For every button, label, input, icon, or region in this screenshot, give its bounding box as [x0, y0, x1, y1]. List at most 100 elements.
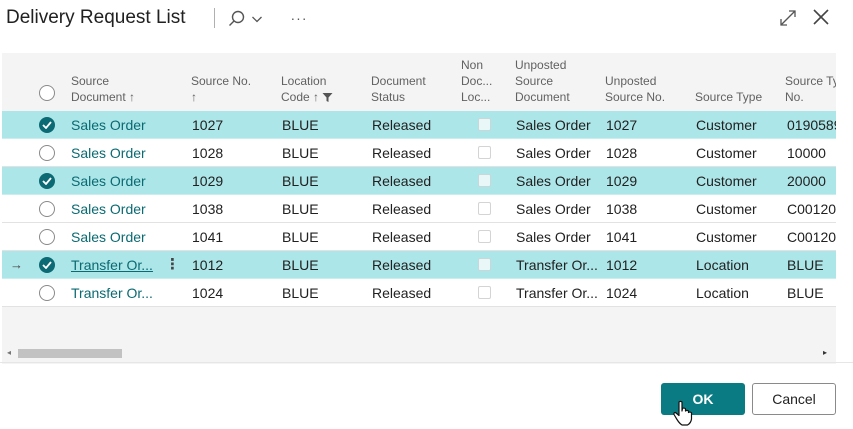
- chevron-down-icon: [252, 16, 262, 23]
- column-header-unposted-source-no[interactable]: Unposted Source No.: [605, 73, 665, 105]
- header-text: Source: [515, 74, 554, 88]
- header-text: Code ↑: [281, 90, 320, 104]
- cell-unposted-source-no: 1041: [606, 229, 638, 245]
- row-actions-icon[interactable]: ⋮: [165, 255, 180, 273]
- header-separator: [214, 8, 215, 28]
- column-header-source-type[interactable]: Source Type: [695, 89, 762, 105]
- search-button[interactable]: [227, 6, 269, 32]
- cell-source-type: Location: [696, 257, 749, 273]
- scrollbar-thumb[interactable]: [18, 349, 122, 358]
- non-doc-checkbox[interactable]: [478, 258, 491, 271]
- cell-unposted-source-document: Sales Order: [516, 117, 591, 133]
- header-text: ↑: [191, 90, 197, 104]
- cell-location-code: BLUE: [282, 257, 319, 273]
- non-doc-checkbox[interactable]: [478, 230, 491, 243]
- select-all-radio[interactable]: [39, 85, 55, 101]
- cell-source-type-no: 0190589: [787, 117, 836, 133]
- cell-unposted-source-no: 1028: [606, 145, 638, 161]
- cell-source-no: 1024: [192, 285, 224, 301]
- cell-unposted-source-no: 1038: [606, 201, 638, 217]
- non-doc-checkbox[interactable]: [478, 174, 491, 187]
- cell-source-type-no: C00120: [787, 201, 836, 217]
- cell-source-type: Customer: [696, 145, 757, 161]
- cell-source-document[interactable]: Transfer Or...: [71, 257, 153, 273]
- cell-source-document[interactable]: Transfer Or...: [71, 285, 153, 301]
- horizontal-scrollbar[interactable]: ◂ ▸: [2, 346, 836, 362]
- cell-location-code: BLUE: [282, 285, 319, 301]
- table-row[interactable]: Sales Order 1038 BLUE Released Sales Order 10…: [2, 195, 836, 223]
- footer-divider: [0, 362, 853, 363]
- cancel-button[interactable]: Cancel: [752, 383, 836, 415]
- cell-document-status: Released: [372, 117, 432, 133]
- table-row[interactable]: Sales Order 1029 BLUE Released Sales Order 10…: [2, 167, 836, 195]
- table-row[interactable]: Sales Order 1027 BLUE Released Sales Order 10…: [2, 111, 836, 139]
- cell-source-type-no: C00120: [787, 229, 836, 245]
- header-text: Source No.: [605, 90, 666, 104]
- header-line: Code ↑: [281, 89, 333, 105]
- row-select-radio[interactable]: [39, 257, 55, 273]
- search-icon: [229, 10, 245, 26]
- cell-source-no: 1028: [192, 145, 224, 161]
- column-header-source-type-no[interactable]: Source Ty No.: [785, 73, 836, 105]
- header-text: Source: [71, 74, 110, 88]
- column-header-source-no[interactable]: Source No. ↑: [191, 73, 251, 105]
- checkmark-icon: [42, 121, 52, 129]
- column-header-unposted-source-document[interactable]: Unposted Source Document: [515, 57, 570, 105]
- column-header-source-document[interactable]: Source Document ↑: [71, 73, 135, 105]
- row-select-radio[interactable]: [39, 229, 55, 245]
- close-button[interactable]: [811, 7, 831, 27]
- table-row[interactable]: Sales Order 1028 BLUE Released Sales Order 10…: [2, 139, 836, 167]
- cell-document-status: Released: [372, 145, 432, 161]
- table-row[interactable]: Transfer Or... 1024 BLUE Released Transfer O…: [2, 279, 836, 307]
- cell-location-code: BLUE: [282, 117, 319, 133]
- row-select-radio[interactable]: [39, 285, 55, 301]
- header-text: Loc...: [461, 90, 491, 104]
- row-select-radio[interactable]: [39, 117, 55, 133]
- more-options-button[interactable]: ···: [286, 6, 312, 30]
- current-row-arrow-icon: →: [10, 257, 23, 272]
- cell-source-no: 1027: [192, 117, 224, 133]
- non-doc-checkbox[interactable]: [478, 118, 491, 131]
- scroll-right-arrow-icon[interactable]: ▸: [823, 348, 827, 357]
- delivery-request-grid: Source Document ↑ Source No. ↑ Location …: [2, 53, 836, 364]
- cell-source-document[interactable]: Sales Order: [71, 117, 146, 133]
- cell-document-status: Released: [372, 173, 432, 189]
- scroll-left-arrow-icon[interactable]: ◂: [7, 348, 11, 357]
- column-header-location-code[interactable]: Location Code ↑: [281, 73, 333, 105]
- header-text: Unposted: [515, 58, 567, 72]
- header-text: Location: [281, 74, 327, 88]
- expand-button[interactable]: [778, 8, 798, 28]
- cell-source-document[interactable]: Sales Order: [71, 229, 146, 245]
- header-text: Status: [371, 90, 406, 104]
- cell-unposted-source-no: 1012: [606, 257, 638, 273]
- cell-source-document[interactable]: Sales Order: [71, 145, 146, 161]
- cell-unposted-source-document: Sales Order: [516, 145, 591, 161]
- row-select-radio[interactable]: [39, 145, 55, 161]
- close-icon: [813, 9, 829, 25]
- row-select-radio[interactable]: [39, 173, 55, 189]
- cell-source-type: Customer: [696, 117, 757, 133]
- delivery-request-dialog: Delivery Request List ··· Source Documen…: [0, 0, 853, 429]
- cell-location-code: BLUE: [282, 201, 319, 217]
- cell-source-no: 1038: [192, 201, 224, 217]
- non-doc-checkbox[interactable]: [478, 202, 491, 215]
- row-select-radio[interactable]: [39, 201, 55, 217]
- cell-source-document[interactable]: Sales Order: [71, 173, 146, 189]
- cell-source-type-no: 20000: [787, 173, 826, 189]
- header-text: Source Type: [695, 90, 763, 104]
- table-row[interactable]: Sales Order 1041 BLUE Released Sales Order 10…: [2, 223, 836, 251]
- header-text: Document: [515, 90, 570, 104]
- table-row[interactable]: → Transfer Or... 1012 BLUE Released Transfer …: [2, 251, 836, 279]
- filter-icon: [322, 92, 333, 102]
- checkmark-icon: [42, 261, 52, 269]
- cell-source-document[interactable]: Sales Order: [71, 201, 146, 217]
- column-header-document-status[interactable]: Document Status: [371, 73, 426, 105]
- cell-source-type: Location: [696, 285, 749, 301]
- non-doc-checkbox[interactable]: [478, 286, 491, 299]
- cell-document-status: Released: [372, 285, 432, 301]
- cell-unposted-source-document: Sales Order: [516, 201, 591, 217]
- header-text: Doc...: [461, 74, 493, 88]
- non-doc-checkbox[interactable]: [478, 146, 491, 159]
- column-header-non-doc[interactable]: Non Doc... Loc...: [461, 57, 492, 105]
- header-text: Document: [371, 74, 426, 88]
